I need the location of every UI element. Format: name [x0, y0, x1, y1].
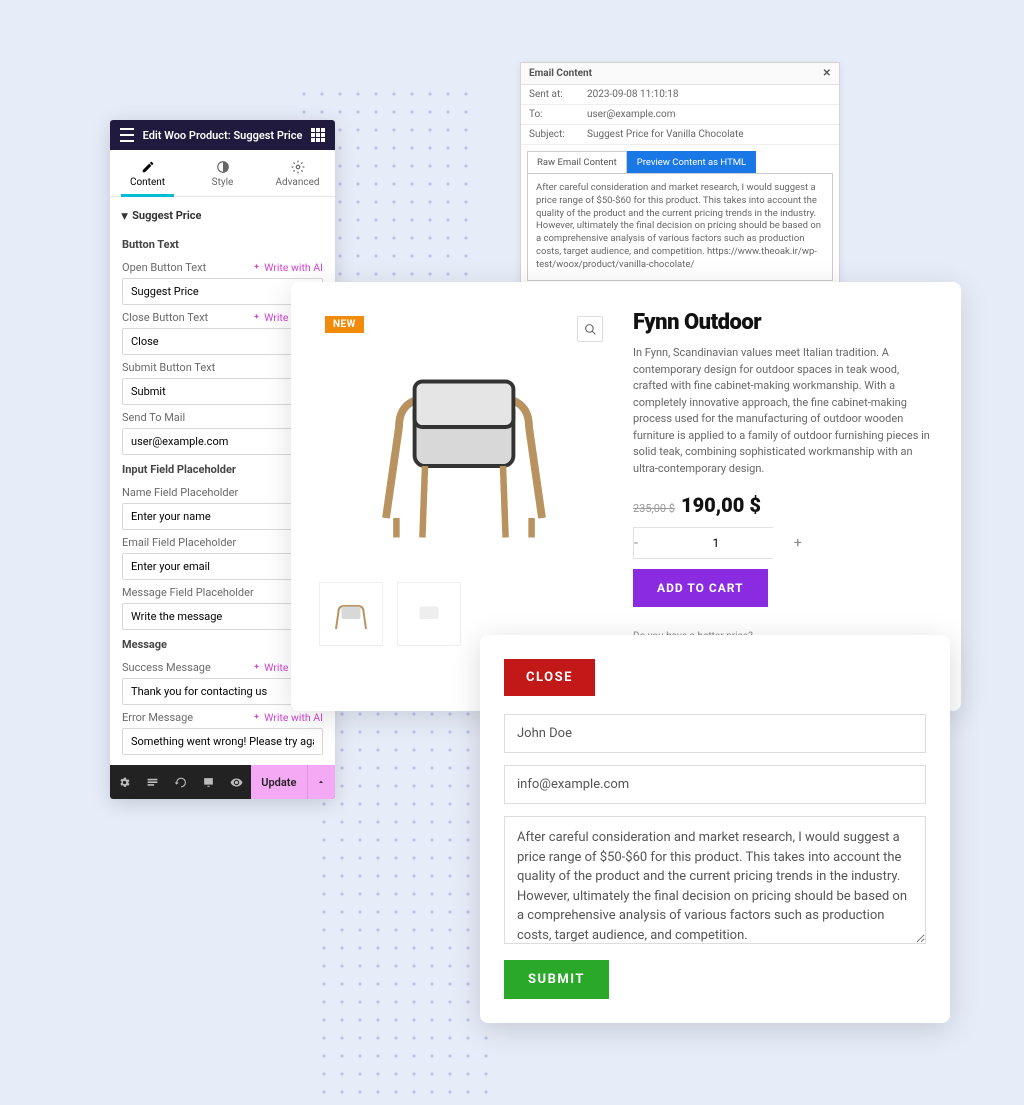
widgets-grid-icon[interactable] [311, 128, 325, 142]
tab-style[interactable]: Style [185, 150, 260, 196]
chair-icon [319, 310, 609, 570]
field-label: Email Field Placeholder [122, 536, 236, 549]
new-badge: NEW [325, 316, 364, 333]
product-description: In Fynn, Scandinavian values meet Italia… [633, 345, 933, 477]
pencil-icon [141, 160, 155, 174]
tab-advanced[interactable]: Advanced [260, 150, 335, 196]
email-content-panel: Email Content ✕ Sent at:2023-09-08 11:10:… [520, 62, 840, 290]
quantity-stepper: - + [633, 527, 773, 559]
to-label: To: [529, 109, 587, 120]
field-label: Send To Mail [122, 411, 185, 424]
message-field[interactable] [504, 816, 926, 944]
field-label: Message Field Placeholder [122, 586, 254, 599]
product-thumbnail[interactable] [397, 582, 461, 646]
navigator-icon[interactable] [138, 765, 166, 799]
tab-label: Style [212, 177, 234, 188]
subject-value: Suggest Price for Vanilla Chocolate [587, 129, 744, 140]
panel-title: Edit Woo Product: Suggest Price [134, 129, 311, 142]
field-label: Submit Button Text [122, 361, 215, 374]
zoom-icon[interactable] [577, 316, 603, 342]
tab-raw-email[interactable]: Raw Email Content [527, 151, 627, 173]
product-title: Fynn Outdoor [633, 310, 933, 335]
panel-tabs: Content Style Advanced [110, 150, 335, 197]
settings-icon[interactable] [110, 765, 138, 799]
menu-icon[interactable] [120, 128, 134, 142]
product-image[interactable] [319, 310, 609, 570]
tab-label: Content [130, 177, 165, 188]
tab-preview-html[interactable]: Preview Content as HTML [627, 151, 756, 173]
product-thumbnail[interactable] [319, 582, 383, 646]
section-toggle[interactable]: ▶Suggest Price [122, 197, 323, 230]
qty-increase-button[interactable]: + [794, 528, 802, 558]
update-options-icon[interactable] [307, 765, 335, 799]
tab-content[interactable]: Content [110, 150, 185, 196]
field-label: Name Field Placeholder [122, 486, 238, 499]
field-label: Close Button Text [122, 311, 208, 324]
preview-icon[interactable] [223, 765, 251, 799]
gear-icon [291, 160, 305, 174]
write-with-ai-link[interactable]: Write with AI [252, 261, 323, 274]
subject-label: Subject: [529, 129, 587, 140]
sentat-label: Sent at: [529, 89, 587, 100]
email-field[interactable] [504, 765, 926, 804]
product-info: Fynn Outdoor In Fynn, Scandinavian value… [633, 310, 933, 683]
email-body: After careful consideration and market r… [527, 173, 833, 281]
update-button[interactable]: Update [251, 765, 307, 799]
submit-button[interactable]: SUBMIT [504, 960, 609, 999]
product-price: 235,00 $190,00 $ [633, 493, 933, 517]
field-label: Success Message [122, 661, 211, 674]
suggest-price-form: CLOSE SUBMIT [480, 635, 950, 1023]
to-value: user@example.com [587, 109, 676, 120]
style-icon [216, 160, 230, 174]
close-button[interactable]: CLOSE [504, 659, 595, 696]
write-with-ai-link[interactable]: Write with AI [252, 711, 323, 724]
tab-label: Advanced [275, 177, 319, 188]
field-label: Error Message [122, 711, 193, 724]
product-image-area: NEW [319, 310, 609, 683]
name-field[interactable] [504, 714, 926, 753]
close-icon[interactable]: ✕ [823, 68, 831, 79]
email-panel-title: Email Content [529, 68, 592, 79]
panel-header: Edit Woo Product: Suggest Price [110, 120, 335, 150]
field-label: Open Button Text [122, 261, 206, 274]
background-dots [315, 705, 495, 1105]
history-icon[interactable] [166, 765, 194, 799]
qty-input[interactable] [638, 528, 794, 558]
responsive-icon[interactable] [194, 765, 222, 799]
panel-footer: Update [110, 765, 335, 799]
sentat-value: 2023-09-08 11:10:18 [587, 89, 679, 100]
add-to-cart-button[interactable]: ADD TO CART [633, 569, 768, 607]
group-heading: Button Text [122, 230, 323, 255]
error-message-input[interactable] [122, 728, 323, 755]
